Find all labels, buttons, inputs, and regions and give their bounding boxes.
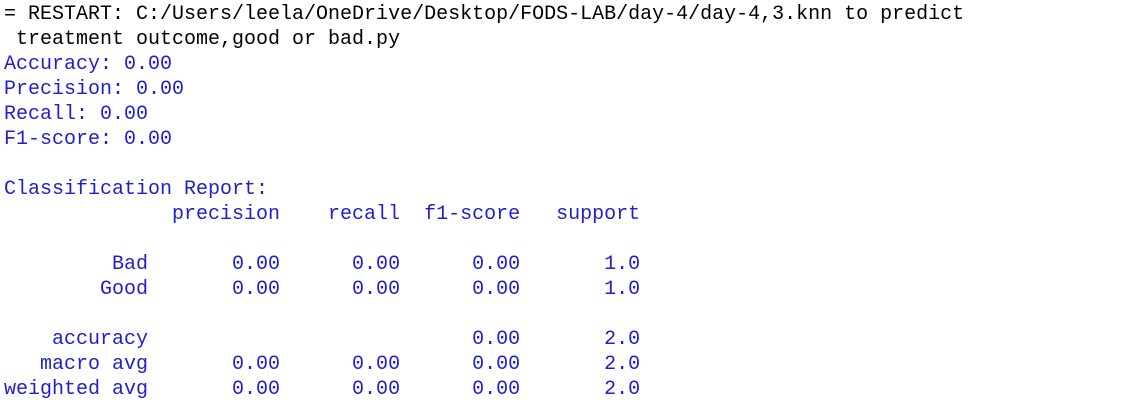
restart-line-continued: treatment outcome,good or bad.py — [4, 28, 401, 51]
f1-score-line: F1-score: 0.00 — [4, 128, 173, 151]
report-row-accuracy: accuracy 0.00 2.0 — [4, 328, 641, 351]
restart-line: = RESTART: C:/Users/leela/OneDrive/Deskt… — [4, 3, 965, 26]
report-row-bad: Bad 0.00 0.00 0.00 1.0 — [4, 253, 641, 276]
python-shell-output[interactable]: = RESTART: C:/Users/leela/OneDrive/Deskt… — [0, 0, 1131, 417]
classification-report-header: precision recall f1-score support — [4, 203, 641, 226]
report-row-good: Good 0.00 0.00 0.00 1.0 — [4, 278, 641, 301]
report-row-macro-avg: macro avg 0.00 0.00 0.00 2.0 — [4, 353, 641, 376]
precision-line: Precision: 0.00 — [4, 78, 185, 101]
recall-line: Recall: 0.00 — [4, 103, 149, 126]
report-row-weighted-avg: weighted avg 0.00 0.00 0.00 2.0 — [4, 378, 641, 401]
classification-report-title: Classification Report: — [4, 178, 269, 201]
accuracy-line: Accuracy: 0.00 — [4, 53, 173, 76]
